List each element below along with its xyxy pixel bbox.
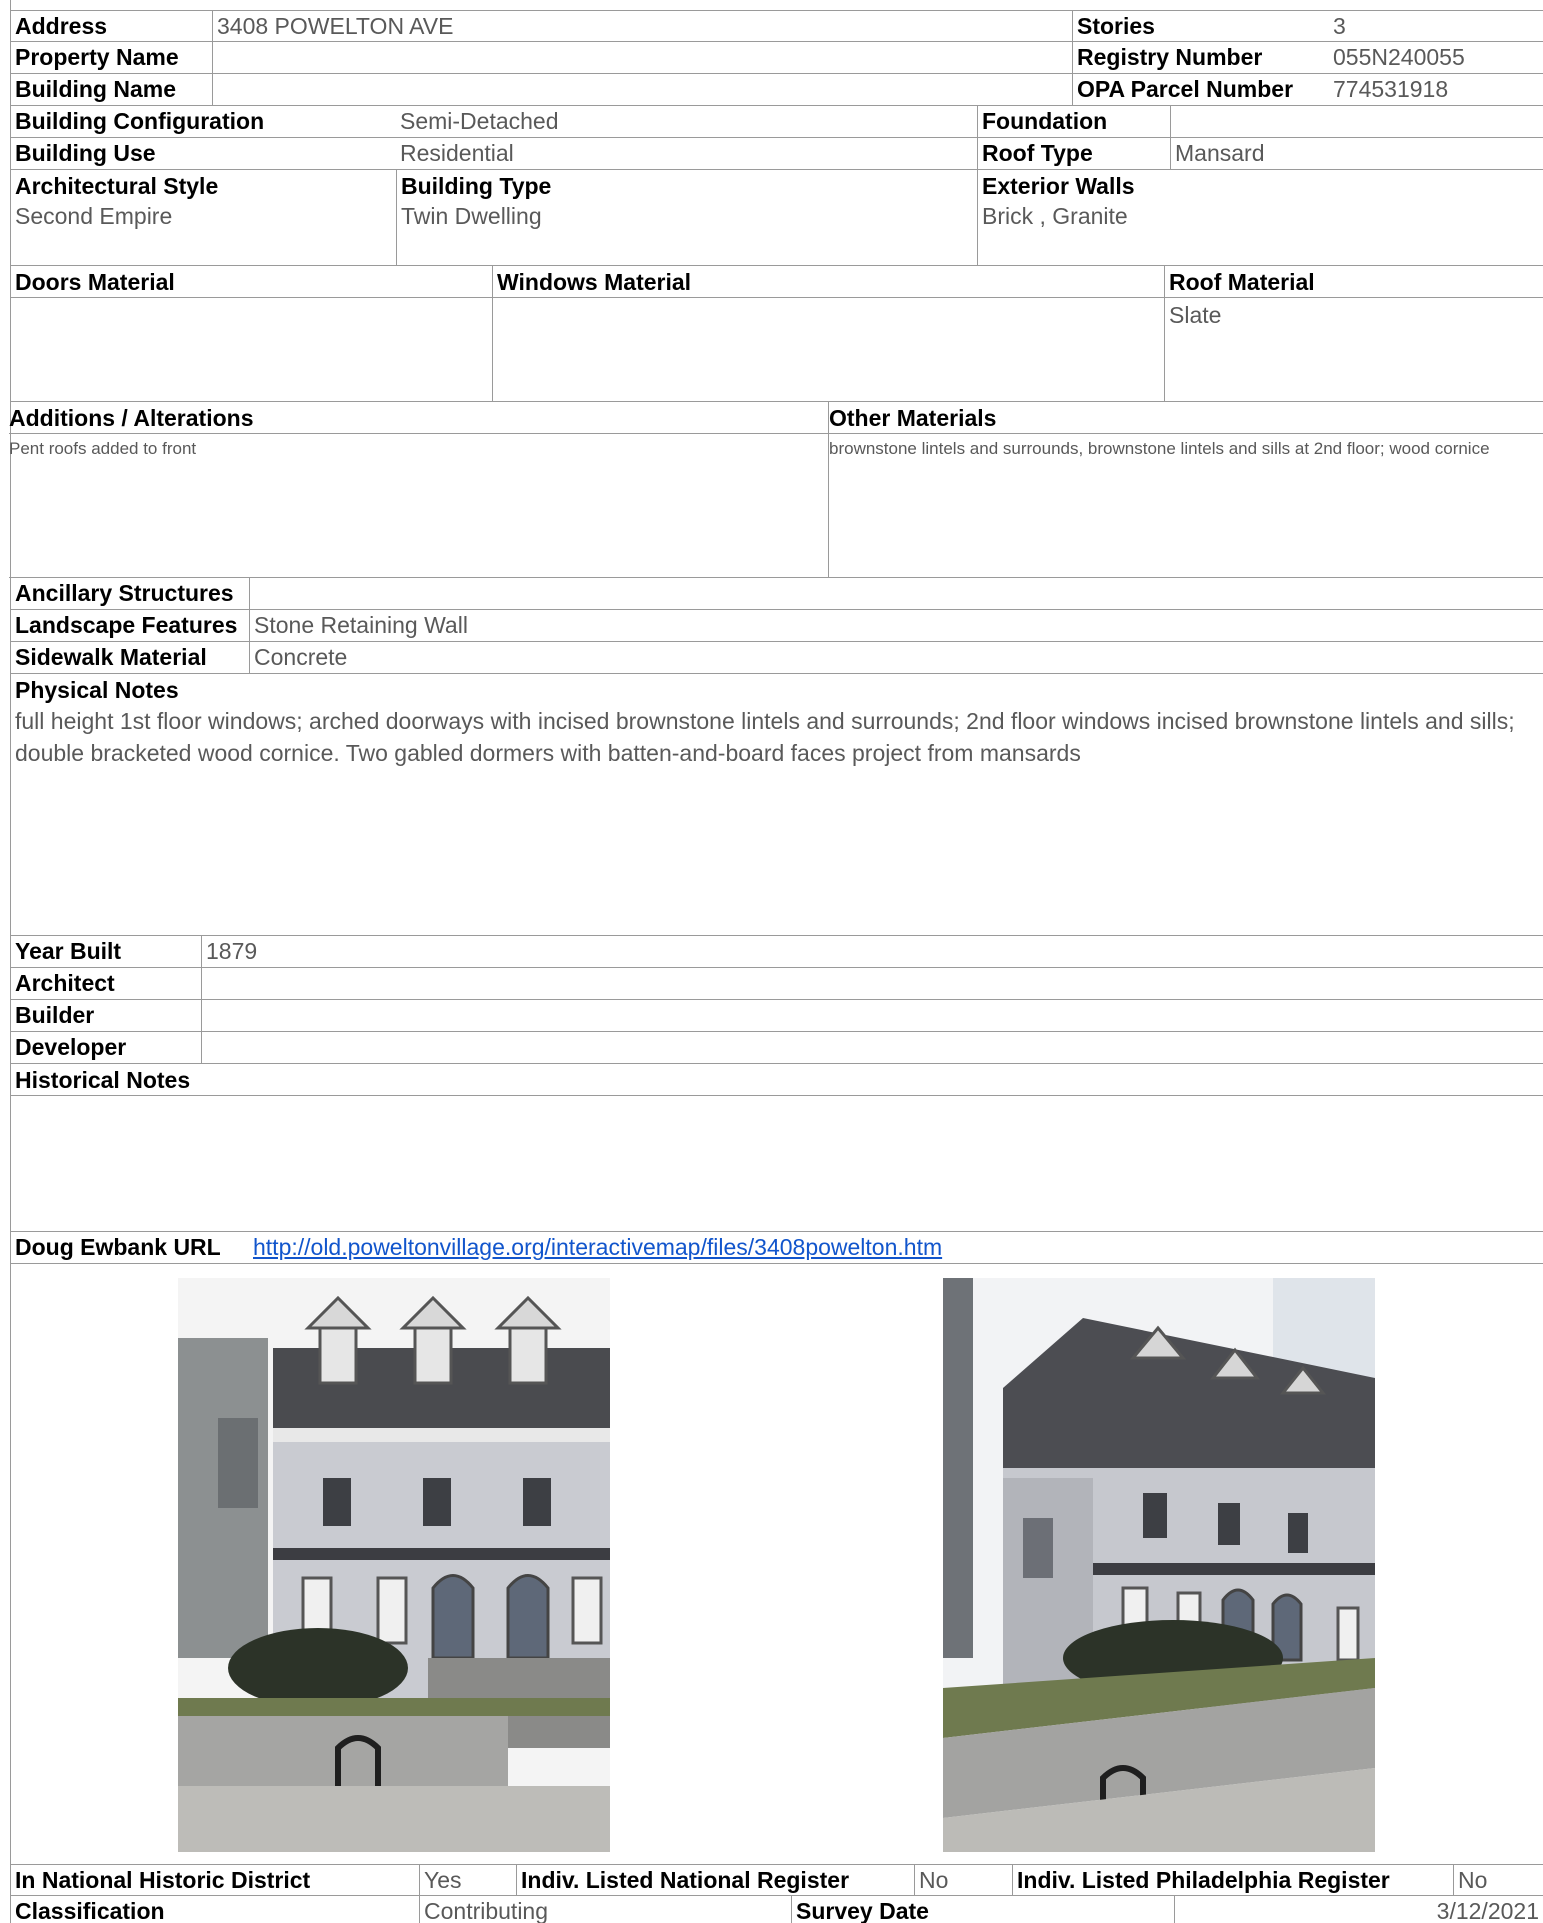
developer-value	[201, 1032, 1543, 1063]
stories-value: 3	[1333, 12, 1346, 39]
registry-number-label: Registry Number	[1072, 42, 1329, 73]
other-materials-label: Other Materials	[829, 402, 1543, 434]
exterior-walls-value: Brick , Granite	[982, 203, 1128, 229]
building-name-label: Building Name	[15, 76, 177, 102]
landscape-row: Landscape Features Stone Retaining Wall	[11, 610, 1543, 642]
additions-label: Additions / Alterations	[9, 402, 828, 434]
national-district-value: Yes	[419, 1865, 516, 1895]
builder-row: Builder	[11, 1000, 1543, 1032]
developer-row: Developer	[11, 1032, 1543, 1064]
style-type-walls-row: Architectural Style Second Empire Buildi…	[11, 170, 1543, 266]
national-register-value: No	[914, 1865, 1012, 1895]
registry-number-value: 055N240055	[1333, 44, 1465, 70]
doug-ewbank-row: Doug Ewbank URL http://old.poweltonvilla…	[11, 1232, 1543, 1264]
roof-type-label: Roof Type	[977, 138, 1170, 169]
property-name-row: Property Name Registry Number 055N240055	[11, 42, 1543, 74]
philadelphia-register-label: Indiv. Listed Philadelphia Register	[1012, 1865, 1453, 1895]
physical-notes-label: Physical Notes	[15, 677, 179, 703]
address-value: 3408 POWELTON AVE	[212, 11, 1072, 41]
windows-material-label: Windows Material	[493, 266, 1164, 298]
national-register-label: Indiv. Listed National Register	[516, 1865, 914, 1895]
stories-label: Stories	[1072, 11, 1329, 41]
classification-label: Classification	[15, 1898, 165, 1923]
builder-label: Builder	[15, 1002, 95, 1028]
address-label: Address	[15, 12, 108, 39]
building-use-row: Building Use Residential Roof Type Mansa…	[11, 138, 1543, 170]
philadelphia-register-value: No	[1453, 1865, 1543, 1895]
roof-material-value: Slate	[1169, 302, 1222, 328]
additions-row: Additions / Alterations Pent roofs added…	[9, 402, 1543, 578]
building-type-value: Twin Dwelling	[401, 203, 542, 229]
sidewalk-material-label: Sidewalk Material	[15, 644, 207, 670]
materials-row: Doors Material Windows Material Roof Mat…	[11, 266, 1543, 402]
roof-material-label: Roof Material	[1165, 266, 1543, 298]
additions-cell: Additions / Alterations Pent roofs added…	[9, 402, 828, 577]
doors-material-label: Doors Material	[11, 266, 492, 298]
building-configuration-value: Semi-Detached	[400, 108, 559, 134]
foundation-value	[1170, 106, 1543, 137]
doug-ewbank-label: Doug Ewbank URL	[15, 1234, 221, 1260]
architectural-style-cell: Architectural Style Second Empire	[11, 170, 396, 265]
building-configuration-label: Building Configuration	[15, 108, 265, 134]
configuration-row: Building Configuration Semi-Detached Fou…	[11, 106, 1543, 138]
windows-material-value	[493, 298, 1164, 306]
building-type-label: Building Type	[401, 173, 552, 199]
year-built-row: Year Built 1879	[11, 936, 1543, 968]
year-built-value: 1879	[201, 936, 1543, 967]
opa-parcel-label: OPA Parcel Number	[1072, 74, 1329, 105]
architect-value	[201, 968, 1543, 999]
exterior-walls-label: Exterior Walls	[982, 173, 1135, 199]
exterior-walls-cell: Exterior Walls Brick , Granite	[977, 170, 1543, 265]
sidewalk-row: Sidewalk Material Concrete	[11, 642, 1543, 674]
building-name-row: Building Name OPA Parcel Number 77453191…	[11, 74, 1543, 106]
property-name-label: Property Name	[15, 44, 179, 70]
ancillary-row: Ancillary Structures	[11, 578, 1543, 610]
physical-notes-block: Physical Notes full height 1st floor win…	[11, 674, 1543, 936]
landscape-features-label: Landscape Features	[15, 612, 238, 638]
landscape-features-value: Stone Retaining Wall	[249, 610, 1543, 641]
register-row: In National Historic District Yes Indiv.…	[11, 1864, 1543, 1896]
classification-row: Classification Contributing Survey Date …	[11, 1896, 1543, 1923]
architectural-style-value: Second Empire	[15, 203, 173, 229]
doug-ewbank-cell: http://old.poweltonvillage.org/interacti…	[249, 1232, 1543, 1263]
roof-material-cell: Roof Material Slate	[1164, 266, 1543, 401]
architect-label: Architect	[15, 970, 115, 996]
year-built-label: Year Built	[15, 938, 122, 964]
historical-notes-label: Historical Notes	[11, 1064, 1543, 1096]
developer-label: Developer	[15, 1034, 127, 1060]
building-use-label: Building Use	[15, 140, 156, 166]
doors-material-value	[11, 298, 492, 306]
roof-type-value: Mansard	[1170, 138, 1543, 169]
doug-ewbank-link[interactable]: http://old.poweltonvillage.org/interacti…	[253, 1234, 942, 1261]
opa-parcel-value: 774531918	[1333, 76, 1449, 102]
property-survey-sheet: Address 3408 POWELTON AVE Stories 3 Prop…	[9, 0, 1543, 1923]
other-materials-value: brownstone lintels and surrounds, browns…	[829, 439, 1490, 458]
doors-material-cell: Doors Material	[11, 266, 492, 401]
foundation-label: Foundation	[977, 106, 1170, 137]
building-use-value: Residential	[400, 140, 514, 166]
building-type-cell: Building Type Twin Dwelling	[396, 170, 977, 265]
physical-notes-value: full height 1st floor windows; arched do…	[15, 708, 1515, 766]
classification-value: Contributing	[419, 1896, 791, 1923]
building-name-value	[212, 74, 1072, 105]
builder-value	[201, 1000, 1543, 1031]
windows-material-cell: Windows Material	[492, 266, 1164, 401]
national-district-label: In National Historic District	[15, 1866, 311, 1893]
additions-value: Pent roofs added to front	[9, 439, 197, 458]
survey-date-value: 3/12/2021	[1174, 1896, 1543, 1923]
angled-facade-photo	[943, 1278, 1375, 1852]
survey-date-label: Survey Date	[791, 1896, 1174, 1923]
address-row: Address 3408 POWELTON AVE Stories 3	[11, 10, 1543, 42]
historical-notes-block: Historical Notes	[11, 1064, 1543, 1232]
architectural-style-label: Architectural Style	[15, 173, 219, 199]
ancillary-structures-value	[249, 578, 1543, 609]
sidewalk-material-value: Concrete	[249, 642, 1543, 673]
front-facade-photo	[178, 1278, 610, 1852]
architect-row: Architect	[11, 968, 1543, 1000]
other-materials-cell: Other Materials brownstone lintels and s…	[828, 402, 1543, 577]
property-name-value	[212, 42, 1072, 73]
ancillary-structures-label: Ancillary Structures	[15, 580, 234, 606]
